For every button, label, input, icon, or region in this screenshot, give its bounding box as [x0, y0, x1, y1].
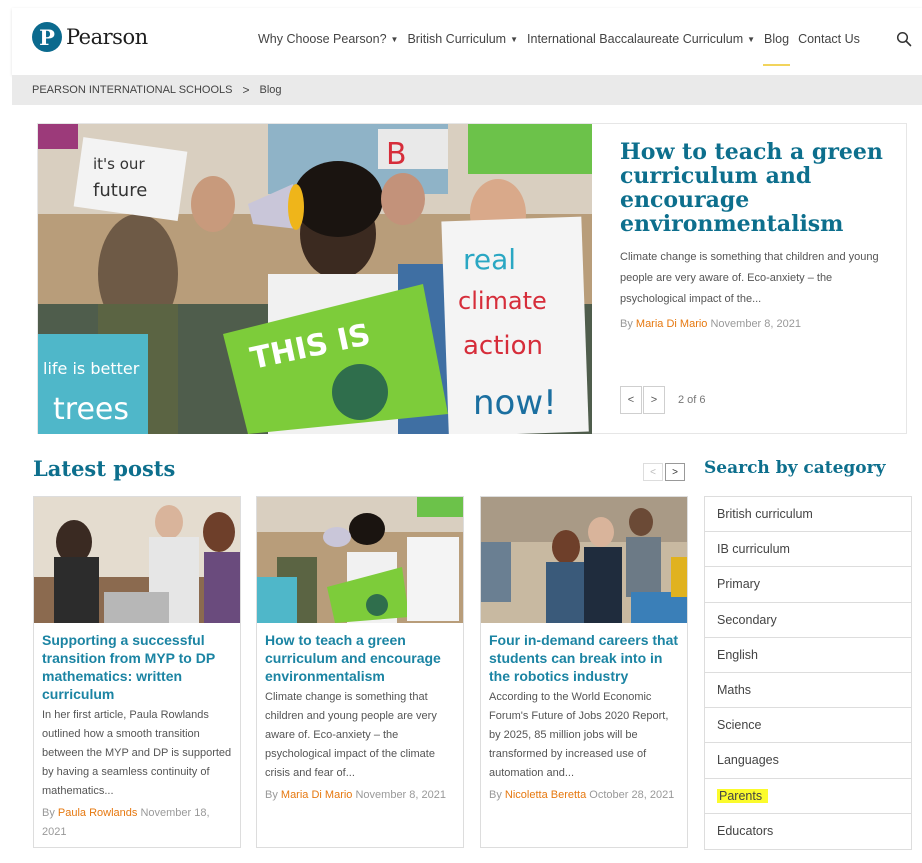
sign-trees: trees [53, 392, 129, 427]
featured-excerpt: Climate change is something that childre… [620, 251, 879, 305]
category-item[interactable]: Parents [705, 778, 911, 814]
nav-label: Blog [764, 32, 790, 46]
latest-posts-pager: < > [643, 463, 687, 481]
sign-climate: climate [458, 287, 547, 315]
main-nav: Why Choose Pearson? ▼ British Curriculum ▼… [258, 32, 869, 66]
post-title[interactable]: Supporting a successful transition from … [42, 631, 232, 703]
post-excerpt: Climate change is something that childre… [265, 691, 437, 779]
post-body: Supporting a successful transition from … [34, 623, 240, 842]
latest-prev-button[interactable]: < [643, 463, 663, 481]
post-byline: By Maria Di Mario November 8, 2021 [265, 786, 455, 805]
sign-its-our: it's our [93, 155, 145, 173]
byline-by: By [265, 789, 278, 801]
category-label: English [717, 647, 758, 662]
post-thumbnail[interactable] [34, 497, 240, 623]
nav-ib-curriculum[interactable]: International Baccalaureate Curriculum ▼ [527, 32, 755, 46]
byline-by: By [620, 318, 633, 330]
sign-real: real [463, 243, 516, 276]
post-thumbnail[interactable] [257, 497, 463, 623]
post-card[interactable]: Four in-demand careers that students can… [480, 496, 688, 848]
post-byline: By Paula Rowlands November 18, 2021 [42, 804, 232, 842]
nav-contact-us[interactable]: Contact Us [798, 32, 860, 46]
byline-by: By [42, 807, 55, 819]
latest-next-button[interactable]: > [665, 463, 685, 481]
category-item[interactable]: Languages [705, 743, 911, 779]
category-item[interactable]: IB curriculum [705, 532, 911, 568]
site-header: P Pearson Why Choose Pearson? ▼ British C… [12, 8, 922, 75]
category-item[interactable]: Science [705, 708, 911, 744]
nav-why-choose-pearson[interactable]: Why Choose Pearson? ▼ [258, 32, 398, 46]
post-date: November 8, 2021 [710, 318, 801, 330]
featured-image[interactable]: THIS IS real climate action now! life is… [38, 124, 592, 434]
post-title[interactable]: How to teach a green curriculum and enco… [265, 631, 455, 685]
sign-now: now! [473, 383, 557, 423]
category-label: Maths [717, 683, 752, 698]
category-label: Primary [717, 577, 761, 592]
featured-text: How to teach a green curriculum and enco… [620, 140, 895, 330]
breadcrumb-separator: > [242, 83, 250, 97]
pearson-logo[interactable]: P Pearson [32, 22, 148, 52]
breadcrumb-current: Blog [259, 84, 282, 96]
author-link[interactable]: Paula Rowlands [58, 807, 138, 819]
pager-count: 2 of 6 [678, 394, 706, 406]
latest-posts-heading: Latest posts [33, 456, 176, 481]
post-card[interactable]: How to teach a green curriculum and enco… [256, 496, 464, 848]
nav-label: Why Choose Pearson? [258, 32, 387, 46]
post-date: October 28, 2021 [589, 789, 675, 801]
category-list: British curriculum IB curriculum Primary… [704, 496, 912, 850]
post-excerpt: According to the World Economic Forum's … [489, 691, 669, 779]
category-item[interactable]: Maths [705, 672, 911, 709]
category-item[interactable]: Secondary [705, 602, 911, 638]
post-date: November 8, 2021 [355, 789, 446, 801]
category-item[interactable]: English [705, 637, 911, 673]
category-label: Science [717, 718, 762, 733]
author-link[interactable]: Nicoletta Beretta [505, 789, 586, 801]
prev-button[interactable]: < [620, 386, 642, 414]
nav-label: International Baccalaureate Curriculum [527, 32, 744, 46]
post-body: How to teach a green curriculum and enco… [257, 623, 463, 805]
category-item[interactable]: British curriculum [705, 497, 911, 533]
nav-blog[interactable]: Blog [763, 32, 791, 66]
category-label: Educators [717, 824, 774, 839]
category-heading: Search by category [704, 458, 886, 478]
category-label: Secondary [717, 612, 777, 627]
category-item[interactable]: Educators [705, 813, 911, 849]
post-title[interactable]: Four in-demand careers that students can… [489, 631, 679, 685]
next-button[interactable]: > [643, 386, 665, 414]
featured-byline: By Maria Di Mario November 8, 2021 [620, 318, 895, 330]
breadcrumb: PEARSON INTERNATIONAL SCHOOLS > Blog [12, 75, 922, 105]
post-body: Four in-demand careers that students can… [481, 623, 687, 805]
logo-text: Pearson [66, 25, 148, 49]
nav-label: Contact Us [798, 32, 860, 46]
logo-mark: P [32, 22, 62, 52]
author-link[interactable]: Maria Di Mario [636, 318, 708, 330]
category-label: British curriculum [717, 507, 813, 522]
nav-british-curriculum[interactable]: British Curriculum ▼ [407, 32, 518, 46]
search-icon[interactable] [896, 31, 912, 47]
category-label-highlighted: Parents [717, 788, 765, 803]
category-item[interactable]: Primary [705, 567, 911, 603]
post-byline: By Nicoletta Beretta October 28, 2021 [489, 786, 679, 805]
category-label: IB curriculum [717, 542, 790, 557]
nav-label: British Curriculum [407, 32, 507, 46]
featured-post: THIS IS real climate action now! life is… [37, 123, 907, 434]
sign-life-is-better: life is better [43, 359, 140, 378]
sign-future: future [93, 180, 147, 201]
breadcrumb-home-link[interactable]: PEARSON INTERNATIONAL SCHOOLS [32, 84, 232, 96]
post-excerpt: In her first article, Paula Rowlands out… [42, 709, 232, 797]
category-label: Languages [717, 753, 779, 768]
sign-b: B [386, 137, 407, 172]
byline-by: By [489, 789, 502, 801]
author-link[interactable]: Maria Di Mario [281, 789, 353, 801]
caret-down-icon: ▼ [510, 35, 519, 44]
caret-down-icon: ▼ [747, 35, 756, 44]
featured-title[interactable]: How to teach a green curriculum and enco… [620, 140, 895, 236]
post-thumbnail[interactable] [481, 497, 687, 623]
sign-action: action [463, 331, 543, 361]
featured-pager: < > 2 of 6 [620, 386, 706, 414]
post-card[interactable]: Supporting a successful transition from … [33, 496, 241, 848]
caret-down-icon: ▼ [390, 35, 399, 44]
